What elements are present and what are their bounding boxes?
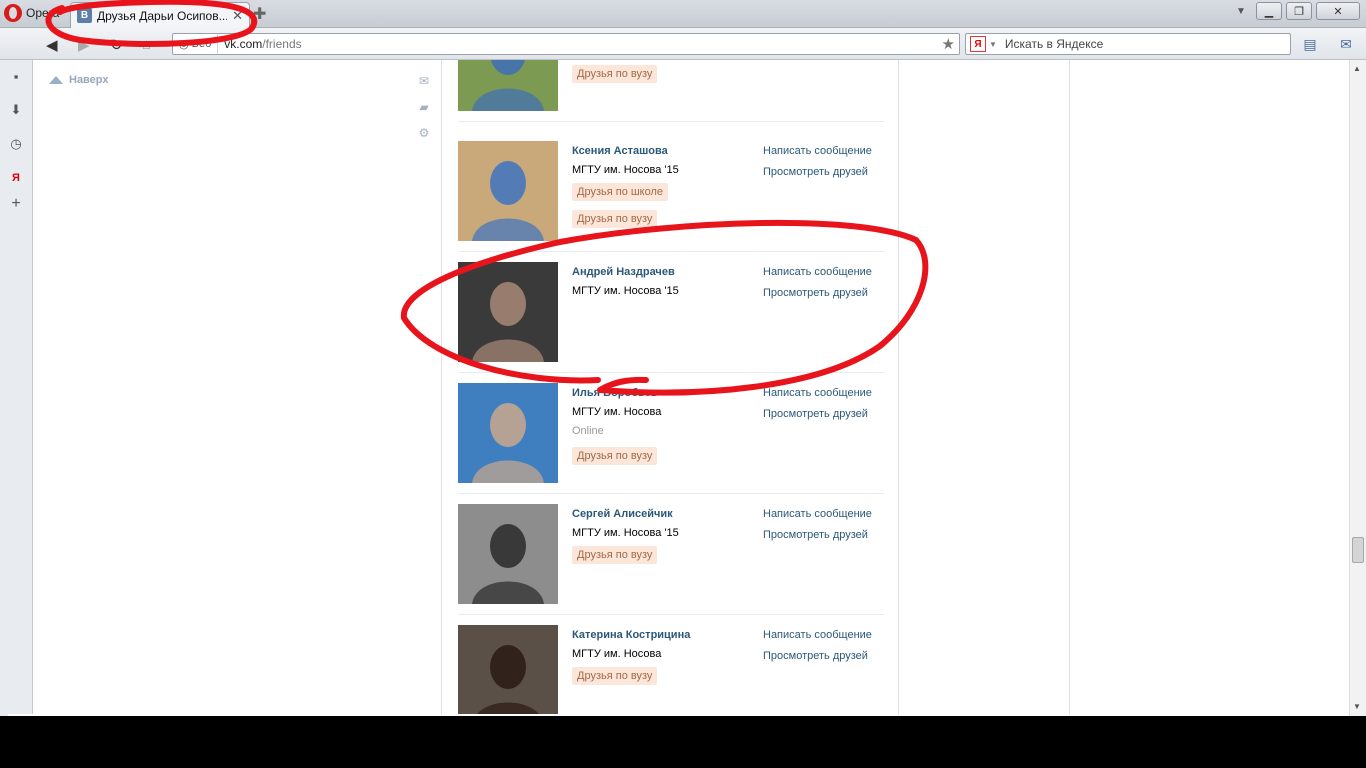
address-url[interactable]: vk.com/friends (218, 37, 301, 51)
mail-icon[interactable]: ✉ (1336, 34, 1356, 54)
back-arrow-icon[interactable]: ◀ (46, 36, 58, 54)
tab-title: Друзья Дарьи Осипов... (97, 8, 228, 23)
minimize-icon[interactable]: ▁ (1256, 2, 1282, 20)
friend-row: Друзья по вузу (458, 60, 884, 122)
friend-avatar[interactable] (458, 383, 558, 483)
opera-menu-label: Opera (26, 6, 60, 20)
friend-university: МГТУ им. Носова '15 (572, 285, 679, 297)
address-web-badge[interactable]: ◎ Веб (173, 34, 219, 54)
friend-avatar[interactable] (458, 141, 558, 241)
envelope-icon[interactable]: ✉ (417, 74, 431, 88)
gear-icon[interactable]: ⚙ (417, 126, 431, 140)
browser-toolbar: ◀ ▶ ↻ ⌂ ◎ Веб vk.com/friends ★ Я ▼ Искат… (0, 28, 1366, 60)
send-message-link[interactable]: Написать сообщение (763, 387, 872, 399)
new-tab-icon[interactable]: ✚ (253, 4, 266, 24)
friends-list: Друзья по вузу Ксения Асташова МГТУ им. Но… (441, 60, 899, 716)
scroll-up-icon[interactable]: ▲ (1353, 64, 1361, 73)
friend-university: МГТУ им. Носова '15 (572, 164, 679, 176)
notes-icon[interactable]: ▪ (8, 68, 24, 84)
friend-row: Андрей Наздрачев МГТУ им. Носова '15 Напис… (458, 252, 884, 373)
web-globe-icon: ◎ (179, 38, 189, 51)
view-friends-link[interactable]: Просмотреть друзей (763, 529, 868, 541)
friend-name-link[interactable]: Ксения Асташова (572, 145, 668, 157)
address-bar[interactable]: ◎ Веб vk.com/friends ★ (172, 33, 960, 55)
redacted-taskbar (0, 716, 1366, 768)
friend-avatar[interactable] (458, 504, 558, 604)
history-clock-icon[interactable]: ◷ (8, 136, 24, 152)
view-friends-link[interactable]: Просмотреть друзей (763, 650, 868, 662)
tab-close-icon[interactable]: ✕ (232, 8, 243, 24)
friend-row: Сергей Алисейчик МГТУ им. Носова '15 Друзь… (458, 494, 884, 615)
friend-online-status: Online (572, 425, 604, 437)
window-close-icon[interactable]: ✕ (1316, 2, 1360, 20)
address-path: /friends (262, 37, 302, 51)
home-icon[interactable]: ⌂ (142, 36, 151, 53)
floating-actions: ✉ ▰ ⚙ (417, 74, 431, 140)
window-controls: ▁ ❐ ✕ (1256, 2, 1360, 20)
to-top-label: Наверх (69, 74, 109, 86)
search-engine-chevron-down-icon[interactable]: ▼ (989, 40, 997, 49)
friend-avatar[interactable] (458, 262, 558, 362)
yandex-icon[interactable]: Я (970, 36, 986, 52)
add-panel-icon[interactable]: + (8, 195, 24, 212)
view-friends-link[interactable]: Просмотреть друзей (763, 287, 868, 299)
friend-university: МГТУ им. Носова '15 (572, 527, 679, 539)
friend-name-link[interactable]: Илья Воробьев (572, 387, 658, 399)
page-document-icon[interactable]: ▤ (1300, 34, 1320, 54)
opera-logo-icon (4, 4, 22, 22)
friend-row: Катерина Кострицина МГТУ им. Носова Друзья… (458, 615, 884, 716)
opera-side-panel: ▪ ⬇ ◷ Я + (0, 60, 33, 716)
page-scrollbar[interactable]: ▲ ▼ (1349, 60, 1366, 716)
friend-avatar[interactable] (458, 625, 558, 716)
yandex-panel-icon[interactable]: Я (8, 170, 24, 186)
search-placeholder: Искать в Яндексе (1004, 37, 1104, 51)
address-domain: vk.com (224, 37, 263, 51)
vk-page: Наверх ✉ ▰ ⚙ Друзья по вузу Ксения Асташо… (33, 60, 1349, 716)
send-message-link[interactable]: Написать сообщение (763, 508, 872, 520)
friend-avatar[interactable] (458, 60, 558, 111)
friend-name-link[interactable]: Катерина Кострицина (572, 629, 690, 641)
search-field[interactable]: Я ▼ Искать в Яндексе (965, 33, 1291, 55)
restore-icon[interactable]: ❐ (1286, 2, 1312, 20)
friend-row: Ксения Асташова МГТУ им. Носова '15 Друзья… (458, 131, 884, 252)
tab-vk-friends[interactable]: B Друзья Дарьи Осипов... ✕ (70, 2, 250, 28)
comment-icon[interactable]: ▰ (417, 100, 431, 114)
friend-group-tag[interactable]: Друзья по вузу (572, 65, 658, 83)
reload-icon[interactable]: ↻ (110, 36, 123, 54)
scrollbar-thumb[interactable] (1352, 537, 1364, 563)
downloads-icon[interactable]: ⬇ (8, 102, 24, 118)
scroll-down-icon[interactable]: ▼ (1353, 702, 1361, 711)
up-triangle-icon (49, 76, 63, 84)
friend-university: МГТУ им. Носова (572, 406, 662, 418)
right-column-divider (1069, 60, 1070, 716)
send-message-link[interactable]: Написать сообщение (763, 266, 872, 278)
friend-group-tag[interactable]: Друзья по школе (572, 183, 669, 201)
browser-titlebar: Opera B Друзья Дарьи Осипов... ✕ ✚ ▼ ▁ ❐… (0, 0, 1366, 28)
opera-menu-button[interactable]: Opera (0, 0, 64, 26)
friend-group-tag[interactable]: Друзья по вузу (572, 447, 658, 465)
friend-group-tag[interactable]: Друзья по вузу (572, 210, 658, 228)
view-friends-link[interactable]: Просмотреть друзей (763, 408, 868, 420)
view-friends-link[interactable]: Просмотреть друзей (763, 166, 868, 178)
friend-row: Илья Воробьев МГТУ им. Носова Online Друзья… (458, 373, 884, 494)
friend-group-tag[interactable]: Друзья по вузу (572, 546, 658, 564)
address-badge-label: Веб (191, 38, 212, 50)
tabs-list-chevron-down-icon[interactable]: ▼ (1236, 6, 1246, 17)
friend-group-tag[interactable]: Друзья по вузу (572, 667, 658, 685)
send-message-link[interactable]: Написать сообщение (763, 145, 872, 157)
friend-university: МГТУ им. Носова (572, 648, 662, 660)
star-icon[interactable]: ★ (942, 35, 955, 53)
scroll-to-top-link[interactable]: Наверх (49, 74, 109, 86)
friend-name-link[interactable]: Сергей Алисейчик (572, 508, 673, 520)
friend-name-link[interactable]: Андрей Наздрачев (572, 266, 675, 278)
forward-arrow-icon[interactable]: ▶ (78, 36, 90, 54)
vk-favicon-icon: B (77, 8, 92, 23)
send-message-link[interactable]: Написать сообщение (763, 629, 872, 641)
